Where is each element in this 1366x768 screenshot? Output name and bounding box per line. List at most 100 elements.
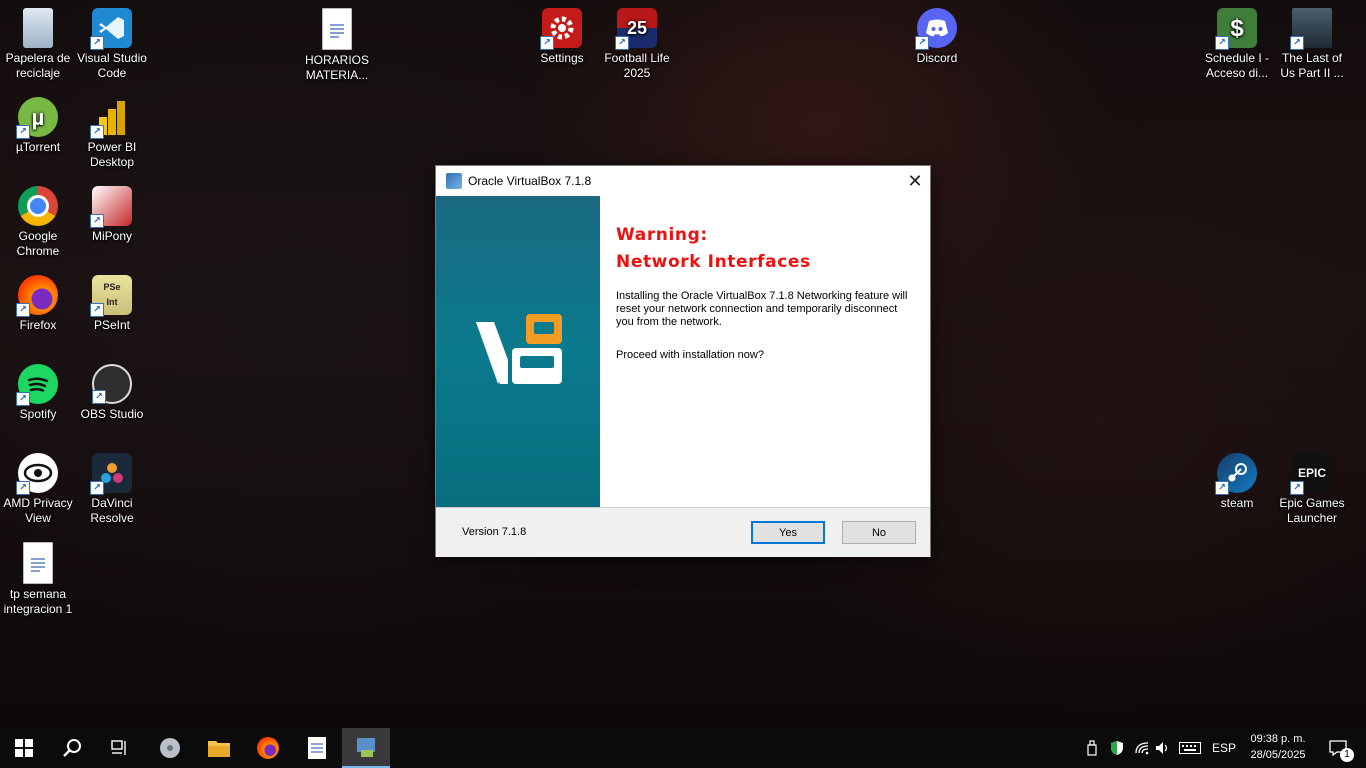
vscode-icon: ↗	[90, 8, 132, 50]
notification-count-badge: 1	[1340, 748, 1354, 762]
utorrent-icon: µ ↗	[16, 97, 58, 139]
virtualbox-logo-icon	[476, 314, 562, 384]
virtualbox-installer-icon	[357, 738, 375, 757]
notification-center-button[interactable]: 1	[1318, 728, 1358, 768]
virtualbox-installer-icon	[446, 173, 462, 189]
desktop-icon-amd-privacy[interactable]: ↗ AMD Privacy View	[0, 449, 76, 526]
epic-games-icon: EPIC ↗	[1290, 453, 1332, 495]
document-icon	[322, 8, 352, 50]
desktop-icon-label: HORARIOS MATERIA...	[304, 53, 369, 82]
desktop-icon-label: Discord	[916, 51, 958, 65]
desktop-icon-label: Settings	[540, 51, 584, 65]
taskbar-app-disc[interactable]	[146, 728, 194, 768]
clock-date: 28/05/2025	[1250, 749, 1306, 761]
desktop-icon-discord[interactable]: ↗ Discord	[899, 4, 975, 66]
taskbar-app-firefox[interactable]	[244, 728, 292, 768]
touch-keyboard-icon[interactable]	[1176, 728, 1204, 768]
search-button[interactable]	[48, 728, 96, 768]
desktop-icon-firefox[interactable]: ↗ Firefox	[0, 271, 76, 333]
dialog-content: Warning: Network Interfaces Installing t…	[616, 196, 916, 361]
desktop-icon-recycle-bin[interactable]: Papelera de reciclaje	[0, 4, 76, 81]
desktop-icon-label: steam	[1220, 496, 1254, 510]
last-of-us-icon: ↗	[1290, 8, 1332, 50]
desktop-icon-label: tp semana integracion 1	[3, 587, 73, 616]
clock[interactable]: 09:38 p. m. 28/05/2025	[1240, 731, 1316, 763]
desktop-icon-label: Football Life 2025	[604, 51, 670, 80]
wifi-icon[interactable]	[1131, 728, 1153, 768]
proceed-question: Proceed with installation now?	[616, 349, 764, 361]
taskbar-app-document[interactable]	[293, 728, 341, 768]
desktop-icon-label: µTorrent	[15, 140, 61, 154]
desktop-icon-label: Schedule I - Acceso di...	[1204, 51, 1270, 80]
desktop-icon-pseint[interactable]: PSe Int ↗ PSeInt	[74, 271, 150, 333]
dialog-titlebar[interactable]: Oracle VirtualBox 7.1.8 ✕	[436, 166, 930, 196]
no-button[interactable]: No	[842, 521, 916, 544]
desktop-icon-label: PSeInt	[93, 318, 131, 332]
input-language-indicator[interactable]: ESP	[1208, 728, 1240, 768]
search-icon	[63, 739, 81, 757]
steam-icon: ↗	[1215, 453, 1257, 495]
desktop-icon-schedule-i[interactable]: $ ↗ Schedule I - Acceso di...	[1199, 4, 1275, 81]
football-life-icon: 25 ↗	[615, 8, 657, 50]
desktop-icon-label: OBS Studio	[80, 407, 144, 421]
mipony-icon: ↗	[90, 186, 132, 228]
dialog-banner	[436, 196, 600, 507]
desktop-icon-label: DaVinci Resolve	[90, 496, 134, 525]
close-icon: ✕	[907, 170, 923, 191]
desktop-icon-horarios[interactable]: HORARIOS MATERIA...	[299, 4, 375, 83]
warning-subject: Network Interfaces	[616, 252, 811, 272]
desktop-icon-mipony[interactable]: ↗ MiPony	[74, 182, 150, 244]
powerbi-icon: ↗	[90, 97, 132, 139]
desktop-icon-label: Papelera de reciclaje	[5, 51, 71, 80]
desktop-icon-label: MiPony	[91, 229, 132, 243]
dialog-footer: Version 7.1.8 Yes No	[436, 507, 930, 557]
warning-message: Installing the Oracle VirtualBox 7.1.8 N…	[616, 290, 908, 328]
recycle-bin-icon	[23, 8, 53, 48]
davinci-icon: ↗	[90, 453, 132, 495]
desktop-icon-label: Google Chrome	[16, 229, 60, 258]
task-view-button[interactable]	[96, 728, 144, 768]
dialog-title: Oracle VirtualBox 7.1.8	[468, 174, 592, 188]
windows-logo-icon	[15, 739, 33, 757]
obs-icon: ↗	[92, 364, 132, 404]
chrome-icon	[18, 186, 58, 226]
desktop-icon-label: Power BI Desktop	[87, 140, 137, 169]
desktop-icon-spotify[interactable]: ↗ Spotify	[0, 360, 76, 422]
firefox-icon	[257, 737, 279, 759]
close-button[interactable]: ✕	[900, 166, 930, 196]
discord-icon: ↗	[915, 8, 957, 50]
warning-heading: Warning: Network Interfaces	[616, 222, 916, 276]
volume-icon[interactable]	[1152, 728, 1174, 768]
taskbar-app-virtualbox-installer[interactable]	[342, 728, 390, 768]
desktop-icon-settings[interactable]: ↗ Settings	[524, 4, 600, 66]
desktop-icon-utorrent[interactable]: µ ↗ µTorrent	[0, 93, 76, 155]
desktop-icon-vscode[interactable]: ↗ Visual Studio Code	[74, 4, 150, 81]
usb-device-icon[interactable]	[1082, 728, 1102, 768]
desktop-icon-label: Firefox	[19, 318, 57, 332]
desktop-icon-label: Visual Studio Code	[77, 51, 147, 80]
desktop-icon-label: Spotify	[19, 407, 57, 421]
pseint-icon: PSe Int ↗	[90, 275, 132, 317]
firefox-icon: ↗	[16, 275, 58, 317]
desktop-icon-label: Epic Games Launcher	[1279, 496, 1345, 525]
security-shield-icon[interactable]	[1105, 728, 1129, 768]
settings-gear-icon: ↗	[540, 8, 582, 50]
desktop-icon-chrome[interactable]: Google Chrome	[0, 182, 76, 259]
yes-button[interactable]: Yes	[751, 521, 825, 544]
desktop-icon-epic-games[interactable]: EPIC ↗ Epic Games Launcher	[1274, 449, 1350, 526]
desktop-icon-last-of-us[interactable]: ↗ The Last of Us Part II ...	[1274, 4, 1350, 81]
folder-icon	[208, 741, 230, 757]
desktop-icon-steam[interactable]: ↗ steam	[1199, 449, 1275, 511]
desktop-icon-davinci[interactable]: ↗ DaVinci Resolve	[74, 449, 150, 526]
start-button[interactable]	[0, 728, 48, 768]
desktop-icon-powerbi[interactable]: ↗ Power BI Desktop	[74, 93, 150, 170]
spotify-icon: ↗	[16, 364, 58, 406]
desktop-icon-tp-semana[interactable]: tp semana integracion 1	[0, 538, 76, 617]
amd-privacy-icon: ↗	[16, 453, 58, 495]
document-icon	[23, 542, 53, 584]
taskbar-app-file-explorer[interactable]	[195, 728, 243, 768]
desktop-icon-obs[interactable]: ↗ OBS Studio	[74, 360, 150, 422]
desktop-icon-football-life[interactable]: 25 ↗ Football Life 2025	[599, 4, 675, 81]
schedule-i-icon: $ ↗	[1215, 8, 1257, 50]
task-view-icon	[111, 740, 126, 755]
